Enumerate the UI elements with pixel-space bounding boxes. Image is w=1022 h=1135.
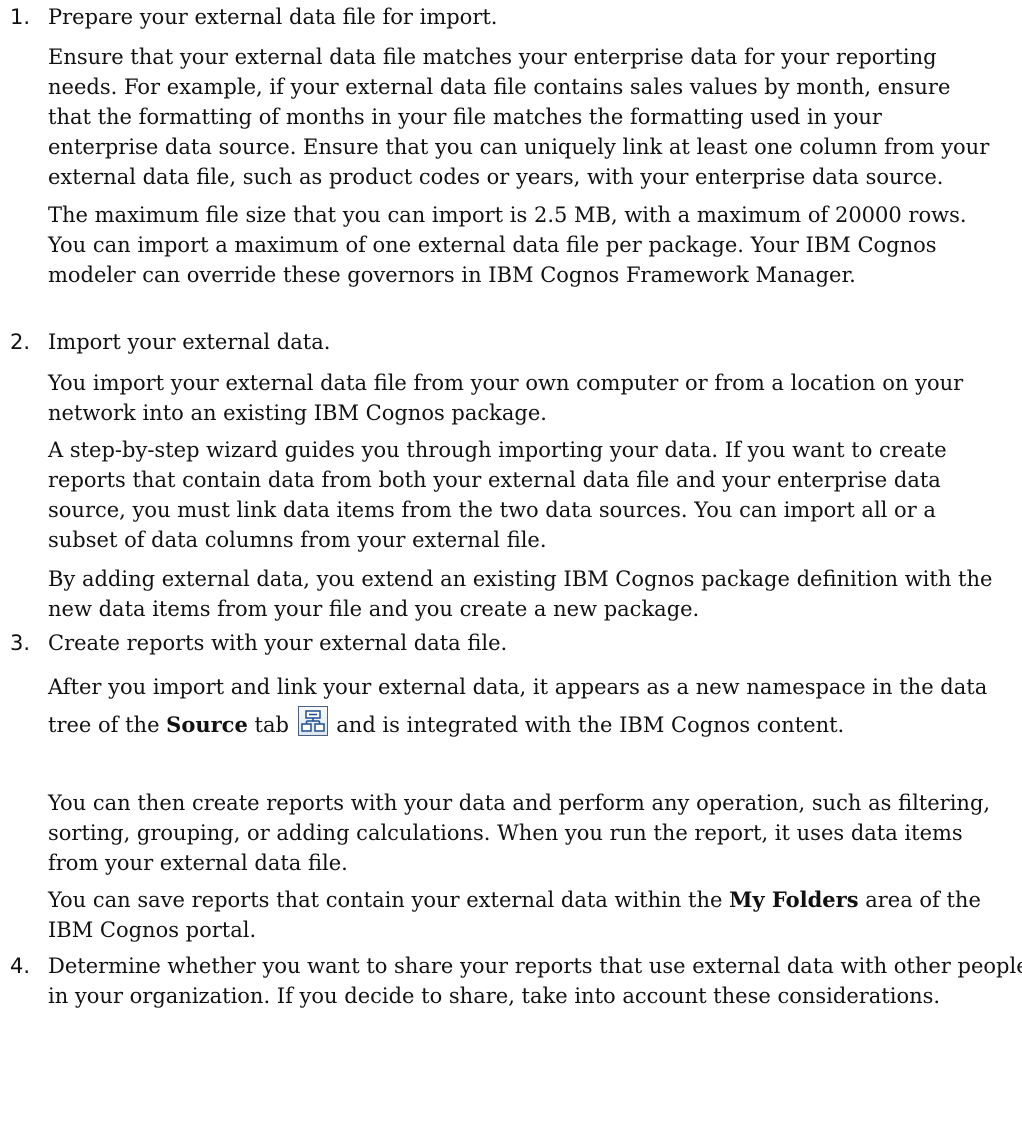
document-page: 1. Prepare your external data file for i… — [0, 0, 1022, 1135]
step-paragraph: Ensure that your external data file matc… — [48, 45, 990, 189]
step-paragraph: By adding external data, you extend an e… — [48, 567, 993, 621]
source-tab-label: Source — [166, 712, 248, 737]
step-2: 2. Import your external data. — [0, 327, 1022, 363]
text-segment: You can save reports that contain your e… — [48, 888, 730, 912]
step-number: 4. — [10, 954, 31, 978]
step-number: 3. — [10, 631, 31, 655]
text-segment: and is integrated with the IBM Cognos co… — [329, 713, 845, 737]
step-3-body: After you import and link your external … — [48, 668, 1008, 744]
step-3-body-2: You can then create reports with your da… — [48, 788, 998, 878]
step-heading: Determine whether you want to share your… — [48, 954, 1022, 1008]
step-4: 4. Determine whether you want to share y… — [0, 951, 1022, 1011]
step-paragraph: The maximum file size that you can impor… — [48, 203, 967, 287]
step-1: 1. Prepare your external data file for i… — [0, 2, 1022, 38]
step-paragraph: You can then create reports with your da… — [48, 791, 991, 875]
step-paragraph: You import your external data file from … — [48, 371, 964, 425]
step-3-body-3: You can save reports that contain your e… — [48, 885, 998, 945]
step-number: 1. — [10, 5, 31, 29]
step-heading: Prepare your external data file for impo… — [48, 5, 498, 29]
step-paragraph: You can save reports that contain your e… — [48, 885, 998, 945]
step-number: 2. — [10, 330, 31, 354]
step-2-body: You import your external data file from … — [48, 368, 998, 428]
step-2-body-2: A step-by-step wizard guides you through… — [48, 435, 998, 555]
text-segment: tab — [247, 713, 289, 737]
step-3: 3. Create reports with your external dat… — [0, 628, 1022, 664]
step-2-body-3: By adding external data, you extend an e… — [48, 564, 998, 624]
step-paragraph: After you import and link your external … — [48, 668, 1008, 744]
step-heading: Import your external data. — [48, 330, 331, 354]
step-1-body-2: The maximum file size that you can impor… — [48, 200, 998, 290]
step-heading: Create reports with your external data f… — [48, 631, 508, 655]
my-folders-label: My Folders — [729, 887, 859, 912]
step-paragraph: A step-by-step wizard guides you through… — [48, 438, 947, 552]
step-1-body: Ensure that your external data file matc… — [48, 42, 998, 192]
source-tab-icon — [297, 706, 328, 736]
